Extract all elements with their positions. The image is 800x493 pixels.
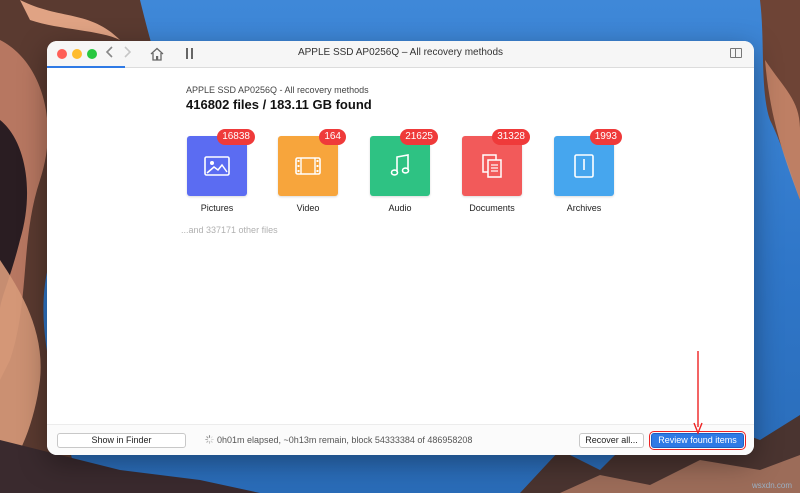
category-audio[interactable]: 21625 Audio	[370, 129, 438, 213]
category-label: Documents	[469, 203, 515, 213]
category-documents[interactable]: 31328 Documents	[462, 129, 530, 213]
count-badge: 164	[319, 129, 346, 145]
annotation-arrow	[693, 351, 703, 435]
documents-icon	[482, 154, 502, 178]
sidebar-toggle-icon[interactable]	[730, 48, 742, 58]
review-found-items-button[interactable]: Review found items	[649, 431, 746, 450]
drive-subtitle: APPLE SSD AP0256Q - All recovery methods	[186, 85, 369, 95]
count-badge: 1993	[589, 129, 622, 145]
count-badge: 21625	[400, 129, 438, 145]
category-tile[interactable]: 164	[278, 129, 346, 196]
footer-bar: Show in Finder 0h01m elapsed, ~0h13m rem…	[47, 424, 754, 455]
category-tile[interactable]: 1993	[554, 129, 622, 196]
category-tile[interactable]: 31328	[462, 129, 530, 196]
music-note-icon	[390, 154, 410, 176]
archive-icon	[574, 154, 594, 178]
scan-status-text: 0h01m elapsed, ~0h13m remain, block 5433…	[217, 435, 473, 445]
show-in-finder-button[interactable]: Show in Finder	[57, 433, 186, 448]
category-tile[interactable]: 21625	[370, 129, 438, 196]
film-icon	[295, 157, 321, 175]
category-archives[interactable]: 1993 Archives	[554, 129, 622, 213]
count-badge: 31328	[492, 129, 530, 145]
image-icon	[204, 156, 230, 176]
recover-all-button[interactable]: Recover all...	[579, 433, 644, 448]
other-files-link[interactable]: ...and 337171 other files	[181, 225, 278, 235]
scan-progress-bar	[47, 66, 125, 68]
category-pictures[interactable]: 16838 Pictures	[187, 129, 255, 213]
category-label: Archives	[566, 203, 602, 213]
title-bar: APPLE SSD AP0256Q – All recovery methods	[47, 41, 754, 68]
count-badge: 16838	[217, 129, 255, 145]
category-label: Audio	[388, 203, 412, 213]
category-label: Pictures	[200, 203, 234, 213]
category-tile[interactable]: 16838	[187, 129, 255, 196]
watermark: wsxdn.com	[751, 481, 792, 490]
spinner-icon	[205, 435, 214, 444]
scan-status: 0h01m elapsed, ~0h13m remain, block 5433…	[205, 435, 472, 445]
category-label: Video	[296, 203, 320, 213]
window-title: APPLE SSD AP0256Q – All recovery methods	[297, 47, 504, 58]
category-video[interactable]: 164 Video	[278, 129, 346, 213]
app-window: APPLE SSD AP0256Q – All recovery methods…	[47, 41, 754, 455]
found-summary: 416802 files / 183.11 GB found	[186, 97, 372, 112]
